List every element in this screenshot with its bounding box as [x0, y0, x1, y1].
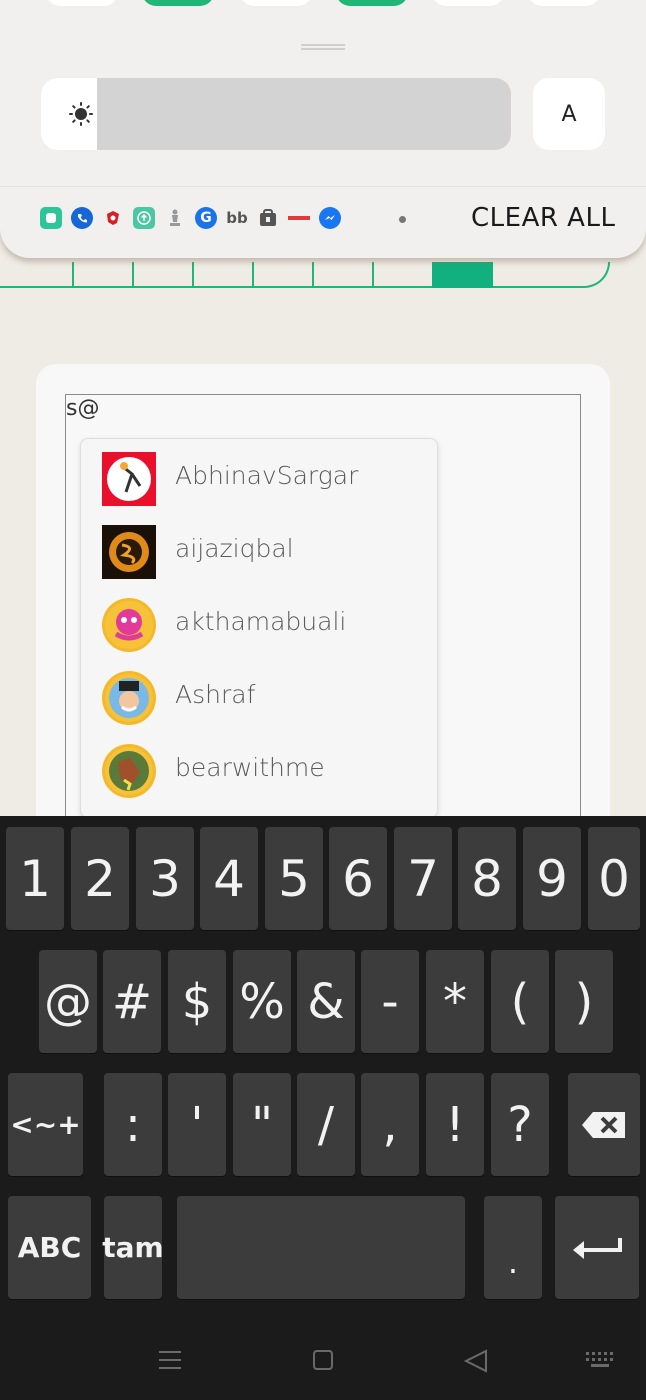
- mention-item[interactable]: aijaziqbal: [81, 516, 437, 586]
- mention-username: akthamabuali: [175, 607, 347, 636]
- mention-username: AbhinavSargar: [175, 461, 359, 490]
- space-key[interactable]: [177, 1196, 465, 1299]
- strip-divider: [132, 262, 134, 288]
- clear-all-button[interactable]: CLEAR ALL: [471, 203, 615, 233]
- app-icon: [40, 207, 62, 229]
- sun-icon: [69, 102, 93, 126]
- quick-setting-tile[interactable]: [142, 0, 214, 6]
- abc-key[interactable]: ABC: [8, 1196, 91, 1299]
- period-key[interactable]: .: [484, 1196, 542, 1299]
- key-hash[interactable]: #: [103, 950, 161, 1053]
- key-apostrophe[interactable]: ': [168, 1073, 226, 1176]
- key-9[interactable]: 9: [523, 827, 581, 930]
- auto-brightness-button[interactable]: A: [533, 78, 605, 150]
- mention-item[interactable]: Ashraf: [81, 662, 437, 732]
- mention-username: Ashraf: [175, 680, 256, 709]
- notification-icons: G bb: [40, 207, 341, 229]
- back-icon[interactable]: [464, 1349, 488, 1373]
- quick-setting-tile[interactable]: [46, 0, 118, 6]
- strip-divider: [252, 262, 254, 288]
- key-slash[interactable]: /: [297, 1073, 355, 1176]
- key-ampersand[interactable]: &: [297, 950, 355, 1053]
- key-colon[interactable]: :: [104, 1073, 162, 1176]
- notification-row[interactable]: G bb CLEAR ALL: [0, 186, 646, 249]
- typed-text: s@: [66, 396, 100, 421]
- strip-divider: [372, 262, 374, 288]
- key-percent[interactable]: %: [233, 950, 291, 1053]
- google-icon: G: [195, 207, 217, 229]
- mention-suggestion-list: AbhinavSargar aijaziqbal akthamabuali As…: [80, 438, 438, 818]
- more-symbols-key[interactable]: <~+: [8, 1073, 83, 1176]
- key-at[interactable]: @: [39, 950, 97, 1053]
- chess-icon: [164, 207, 186, 229]
- key-0[interactable]: 0: [588, 827, 640, 930]
- calendar-strip: [0, 262, 610, 288]
- key-comma[interactable]: ,: [361, 1073, 419, 1176]
- key-6[interactable]: 6: [329, 827, 387, 930]
- key-5[interactable]: 5: [265, 827, 323, 930]
- drag-handle[interactable]: [301, 44, 345, 50]
- avatar: [102, 744, 156, 798]
- key-hyphen[interactable]: -: [361, 950, 419, 1053]
- key-3[interactable]: 3: [136, 827, 194, 930]
- quick-setting-tile[interactable]: [336, 0, 408, 6]
- strip-divider: [192, 262, 194, 288]
- key-1[interactable]: 1: [6, 827, 64, 930]
- backspace-icon: [582, 1111, 625, 1138]
- notification-shade: A G bb CLEAR ALL: [0, 0, 646, 258]
- enter-key[interactable]: [555, 1196, 639, 1299]
- language-key[interactable]: tam: [102, 1196, 164, 1299]
- mention-item[interactable]: AbhinavSargar: [81, 443, 437, 513]
- key-close-paren[interactable]: ): [555, 950, 613, 1053]
- home-icon[interactable]: [312, 1349, 334, 1371]
- avatar: [102, 525, 156, 579]
- lock-bag-icon: [257, 207, 279, 229]
- avatar: [102, 671, 156, 725]
- key-open-paren[interactable]: (: [491, 950, 549, 1053]
- key-exclamation[interactable]: !: [426, 1073, 484, 1176]
- key-asterisk[interactable]: *: [426, 950, 484, 1053]
- upload-icon: [133, 207, 155, 229]
- messenger-icon: [319, 207, 341, 229]
- mention-item[interactable]: bearwithme: [81, 735, 437, 805]
- avatar: [102, 452, 156, 506]
- brightness-slider[interactable]: [41, 78, 511, 150]
- quick-setting-tile[interactable]: [432, 0, 504, 6]
- quick-setting-tile[interactable]: [528, 0, 600, 6]
- mention-username: aijaziqbal: [175, 534, 294, 563]
- calendar-selected-cell: [432, 262, 493, 288]
- lens-icon: [102, 207, 124, 229]
- keyboard-switch-icon[interactable]: [585, 1351, 615, 1369]
- key-4[interactable]: 4: [200, 827, 258, 930]
- enter-icon: [573, 1237, 622, 1259]
- key-2[interactable]: 2: [71, 827, 129, 930]
- brand-icon: [288, 207, 310, 229]
- menu-icon[interactable]: [158, 1349, 182, 1371]
- key-question[interactable]: ?: [491, 1073, 549, 1176]
- strip-divider: [72, 262, 74, 288]
- avatar: [102, 598, 156, 652]
- mention-username: bearwithme: [175, 753, 325, 782]
- strip-divider: [312, 262, 314, 288]
- mention-item[interactable]: akthamabuali: [81, 589, 437, 659]
- key-7[interactable]: 7: [394, 827, 452, 930]
- key-quote[interactable]: ": [233, 1073, 291, 1176]
- bb-icon: bb: [226, 207, 248, 229]
- key-8[interactable]: 8: [458, 827, 516, 930]
- more-indicator-dot: [399, 216, 406, 223]
- phone-icon: [71, 207, 93, 229]
- key-dollar[interactable]: $: [168, 950, 226, 1053]
- quick-setting-tile[interactable]: [240, 0, 312, 6]
- backspace-key[interactable]: [568, 1073, 640, 1176]
